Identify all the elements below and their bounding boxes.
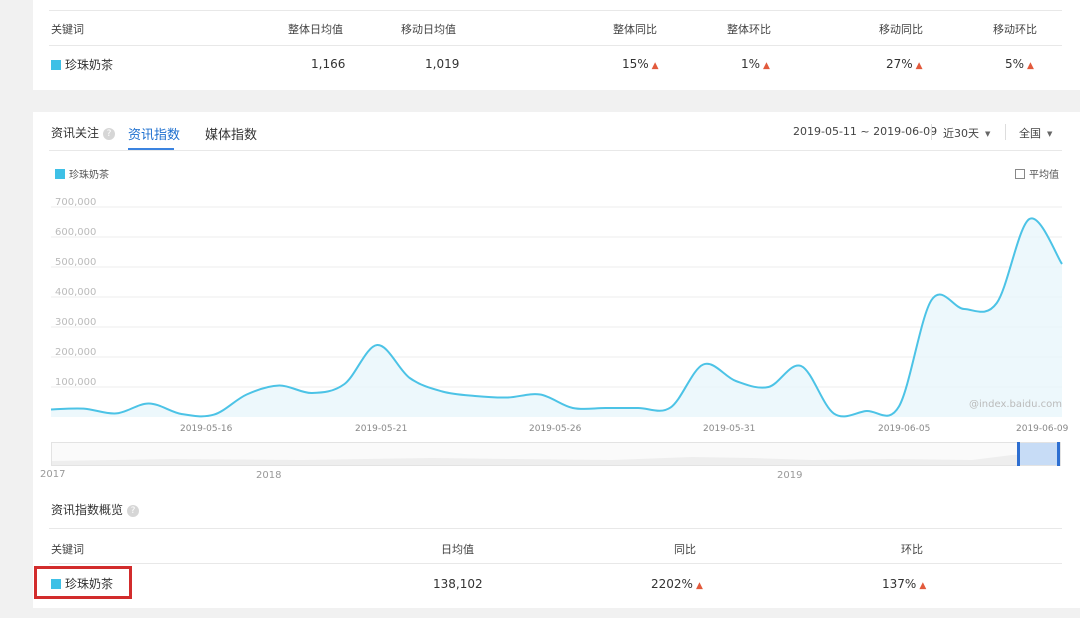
- x-tick-label: 2019-05-26: [529, 424, 582, 434]
- x-tick-label: 2019-05-16: [180, 424, 233, 434]
- timeline-year-label: 2019: [777, 470, 803, 481]
- overview-header-mom: 环比: [901, 543, 923, 556]
- timeline-year-label: 2017: [40, 469, 66, 480]
- divider: [49, 563, 1062, 564]
- overview-yoy-value: 2202%: [651, 577, 693, 591]
- overview-mom-cell: 137% ▲: [882, 577, 926, 591]
- overview-header-yoy: 同比: [674, 543, 696, 556]
- timeline-mini-chart: [52, 453, 1060, 465]
- x-tick-label: 2019-05-21: [355, 424, 408, 434]
- x-tick-label: 2019-05-31: [703, 424, 756, 434]
- up-arrow-icon: ▲: [695, 581, 703, 591]
- up-arrow-icon: ▲: [919, 581, 927, 591]
- help-icon[interactable]: ?: [127, 505, 140, 517]
- timeline-left-handle[interactable]: [1017, 442, 1020, 466]
- divider: [49, 528, 1062, 529]
- overview-header-daily-avg: 日均值: [441, 543, 474, 556]
- overview-yoy-cell: 2202% ▲: [651, 577, 703, 591]
- news-index-chart[interactable]: [0, 0, 1080, 618]
- x-tick-label: 2019-06-09: [1016, 424, 1069, 434]
- overview-title-text: 资讯指数概览: [51, 503, 124, 517]
- highlight-annotation-box: [34, 566, 132, 599]
- overview-header-keyword: 关键词: [51, 543, 84, 556]
- overview-daily-avg-value: 138,102: [433, 577, 483, 591]
- timeline-selection[interactable]: [1018, 443, 1060, 465]
- chart-watermark: @index.baidu.com: [969, 399, 1063, 410]
- timeline-navigator[interactable]: [51, 442, 1061, 466]
- x-tick-label: 2019-06-05: [878, 424, 931, 434]
- chart-grid: [51, 206, 1062, 388]
- overview-title: 资讯指数概览?: [51, 501, 140, 518]
- timeline-year-label: 2018: [256, 470, 282, 481]
- overview-mom-value: 137%: [882, 577, 917, 591]
- timeline-right-handle[interactable]: [1057, 442, 1060, 466]
